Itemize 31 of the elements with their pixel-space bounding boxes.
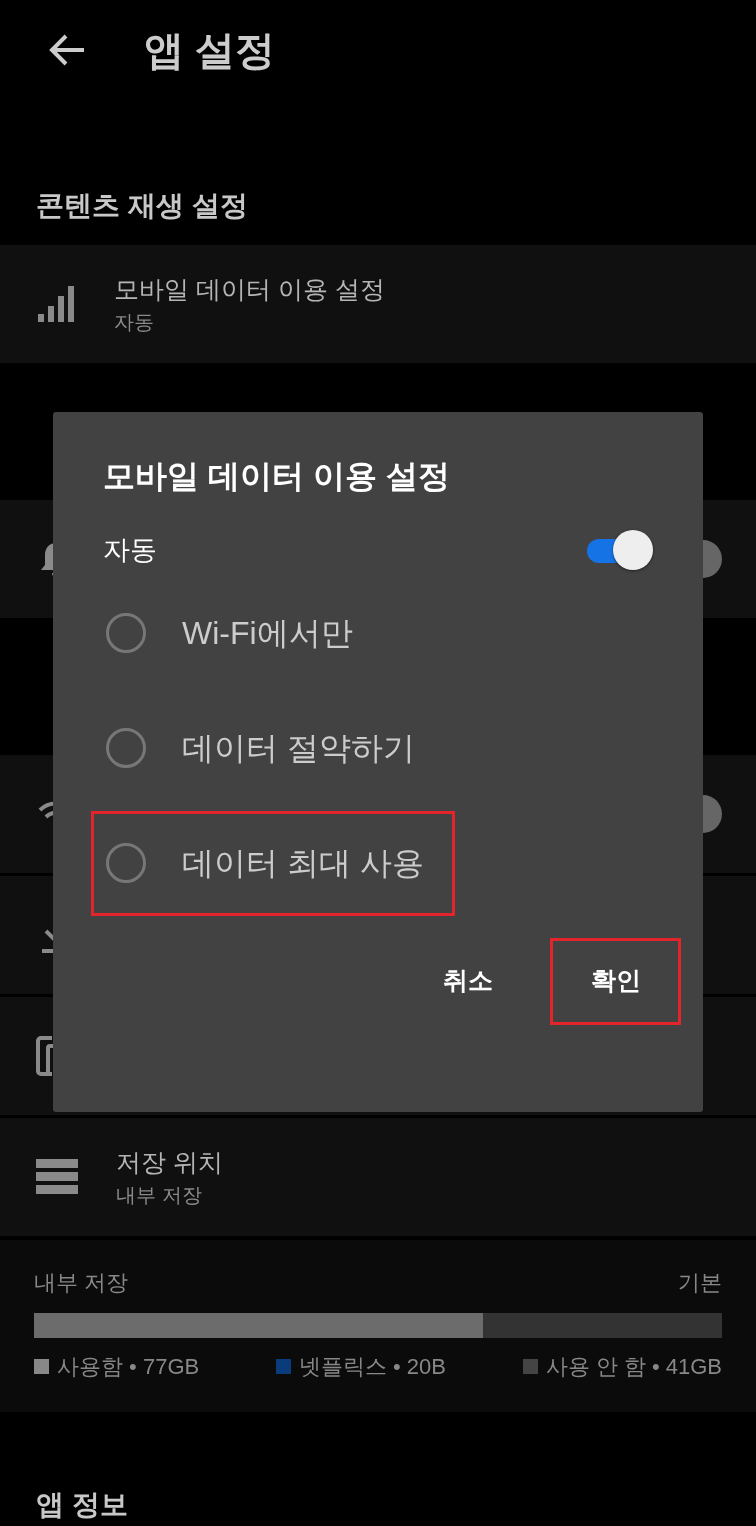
option-label: Wi-Fi에서만 — [182, 614, 353, 653]
toggle-label: 자동 — [103, 534, 157, 567]
legend-label: 넷플릭스 • 20B — [298, 1353, 446, 1381]
setting-title: 저장 위치 — [116, 1146, 223, 1178]
option-label: 데이터 절약하기 — [182, 729, 415, 768]
option-label: 데이터 최대 사용 — [182, 844, 424, 883]
phone-icon — [36, 1036, 54, 1076]
radio-button[interactable] — [106, 843, 146, 883]
setting-value: 내부 저장 — [116, 1182, 203, 1208]
radio-button[interactable] — [106, 728, 146, 768]
legend-label: 사용 안 함 • 41GB — [545, 1353, 722, 1381]
settings-row[interactable]: 모바일 데이터 이용 설정 자동 — [0, 245, 756, 363]
settings-row[interactable]: 저장 위치 내부 저장 — [0, 1118, 756, 1236]
setting-title: 모바일 데이터 이용 설정 — [114, 273, 385, 305]
section-heading: 콘텐츠 재생 설정 — [36, 189, 248, 223]
confirm-button[interactable]: 확인 — [550, 937, 681, 1025]
section-heading: 앱 정보 — [36, 1488, 128, 1522]
back-button[interactable] — [48, 34, 86, 66]
toggle-switch[interactable] — [585, 530, 653, 571]
cancel-button[interactable]: 취소 — [432, 937, 504, 1025]
page-title: 앱 설정 — [144, 27, 276, 74]
storage-type: 기본 — [678, 1269, 722, 1297]
radio-option[interactable]: 데이터 절약하기 — [91, 695, 446, 801]
storage-label: 내부 저장 — [34, 1269, 129, 1297]
radio-option[interactable]: Wi-Fi에서만 — [91, 580, 384, 686]
legend-label: 사용함 • 77GB — [57, 1353, 200, 1381]
storage-icon — [36, 1159, 78, 1195]
setting-value: 자동 — [114, 309, 155, 335]
signal-icon — [36, 284, 76, 324]
dialog-title: 모바일 데이터 이용 설정 — [103, 457, 451, 496]
radio-button[interactable] — [106, 613, 146, 653]
